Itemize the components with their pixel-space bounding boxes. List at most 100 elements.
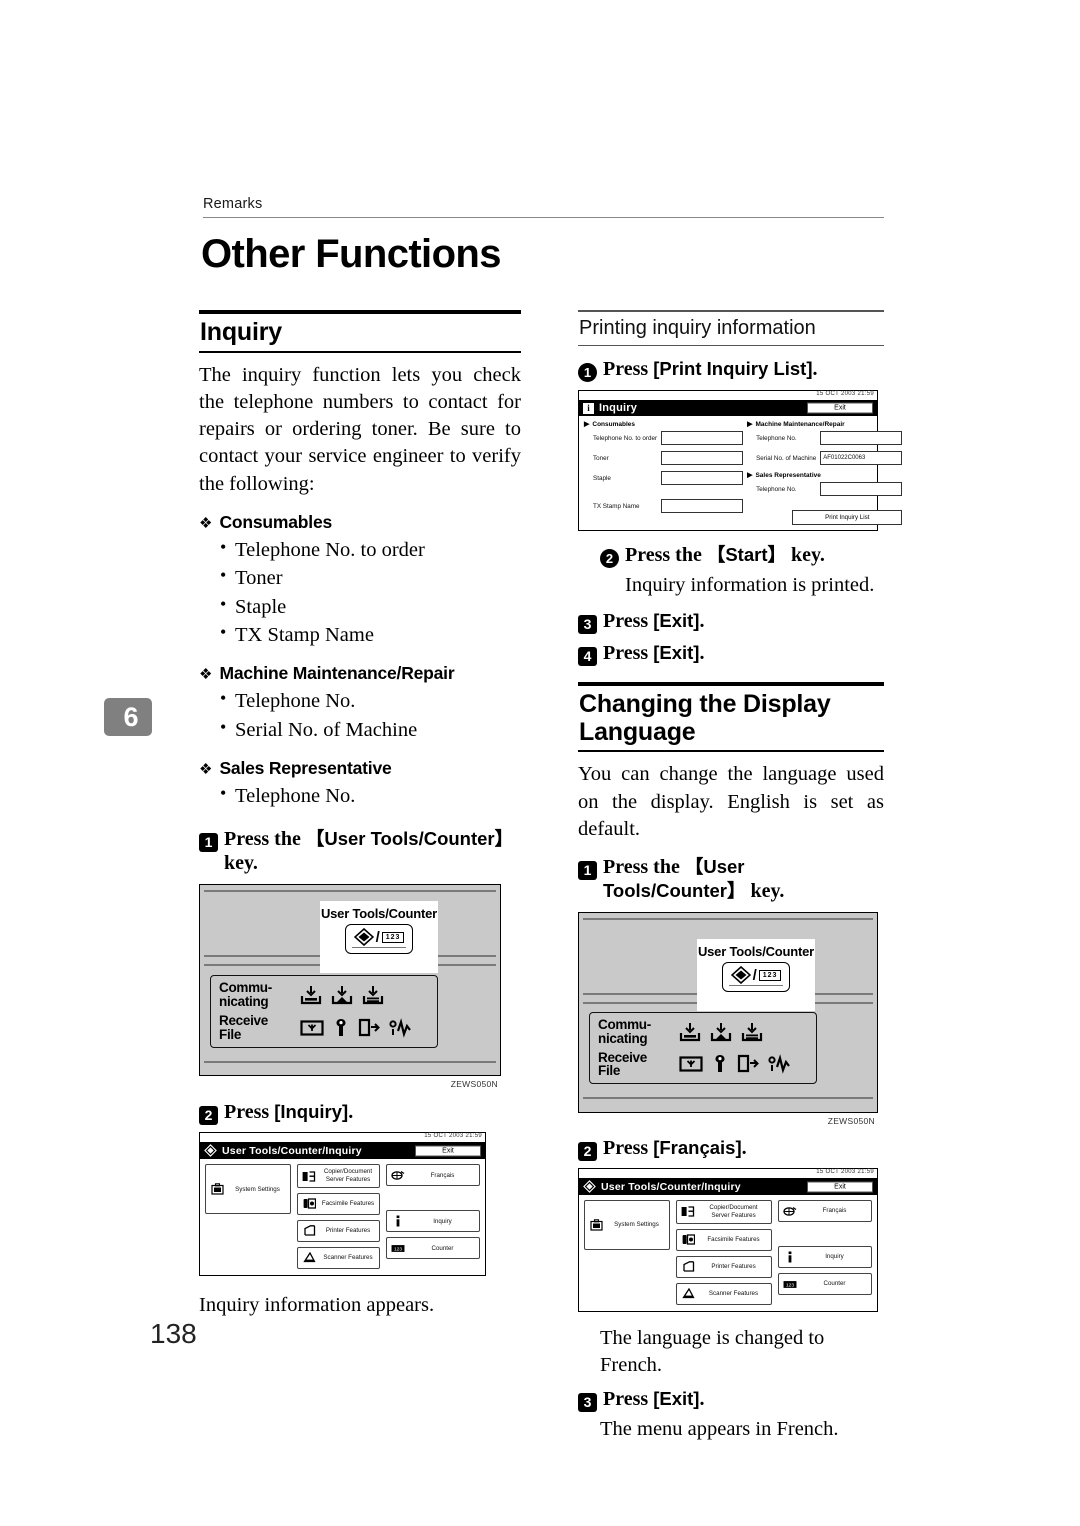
copier-icon	[302, 1170, 316, 1182]
lcd-clock: 15 OCT 2003 21:59	[424, 1133, 482, 1140]
tile-system-settings[interactable]: System Settings	[584, 1200, 670, 1251]
maintenance-column: ▶ Machine Maintenance/Repair Telephone N…	[747, 420, 903, 526]
tile-francais[interactable]: Français	[386, 1164, 480, 1187]
lcd-status-bar: 15 OCT 2003 21:59	[200, 1133, 485, 1143]
exit-button[interactable]: Exit	[415, 1145, 481, 1157]
exit-button[interactable]: Exit	[807, 402, 873, 414]
tile-counter[interactable]: 123 Counter	[386, 1237, 480, 1260]
field-value[interactable]: AF01022C0063	[820, 451, 903, 466]
menu-column-3: Français Inquiry 123 Counter	[778, 1200, 872, 1305]
tile-label: Printer Features	[711, 1262, 756, 1270]
tile-francais[interactable]: Français	[778, 1200, 872, 1223]
key-underline	[728, 985, 784, 987]
fax-icon	[302, 1198, 316, 1210]
field-value[interactable]	[661, 431, 744, 446]
system-settings-icon	[210, 1183, 224, 1196]
user-tools-key-label: User Tools/Counter	[320, 906, 438, 922]
user-tools-key-label: User Tools/Counter	[697, 944, 815, 960]
ui-button-name: [Exit]	[653, 1388, 700, 1410]
tile-inquiry[interactable]: Inquiry	[778, 1246, 872, 1269]
field-row: Telephone No. to order	[584, 431, 744, 446]
user-tools-counter-key[interactable]: / 123	[344, 924, 414, 955]
user-tools-menu-screen-left[interactable]: 15 OCT 2003 21:59 User Tools/Counter/Inq…	[199, 1132, 486, 1276]
ui-button-name: [Exit]	[653, 610, 700, 632]
menu-column-3: Français Inquiry 123 Counter	[386, 1164, 480, 1269]
tile-facsimile-features[interactable]: Facsimile Features	[676, 1228, 772, 1251]
exit-button[interactable]: Exit	[807, 1181, 873, 1193]
group-label: Sales Representative	[755, 471, 821, 479]
step-text: Press the 【Start】 key.	[625, 544, 825, 567]
lang-step-1: 1 Press the 【User Tools/Counter】 key.	[578, 855, 884, 903]
ui-button-name: [Print Inquiry List]	[653, 358, 813, 380]
left-column: Inquiry The inquiry function lets you ch…	[199, 310, 521, 1319]
step-text: Press [Français].	[603, 1137, 747, 1160]
ui-key-name: 【User Tools/Counter】	[305, 828, 514, 850]
field-label: Toner	[593, 454, 609, 462]
page-number: 138	[150, 1318, 197, 1349]
tile-system-settings[interactable]: System Settings	[205, 1164, 291, 1215]
step-badge: 1	[578, 363, 597, 383]
group-machine-maintenance-list: Telephone No. Serial No. of Machine	[199, 686, 521, 744]
svg-text:123: 123	[786, 1282, 794, 1288]
tile-scanner-features[interactable]: Scanner Features	[676, 1282, 772, 1305]
tile-copier-document-server-features[interactable]: Copier/Document Server Features	[676, 1200, 772, 1224]
tile-scanner-features[interactable]: Scanner Features	[297, 1246, 380, 1269]
diamond-bullet-icon: ❖	[199, 761, 213, 778]
group-heading-machine-maintenance: ▶ Machine Maintenance/Repair	[747, 420, 902, 429]
field-label: Staple	[593, 474, 611, 482]
control-panel-figure-left: User Tools/Counter / 123 Commu-nicating	[199, 884, 501, 1089]
menu-column-1: System Settings	[584, 1200, 670, 1305]
receive-file-row: Receive File	[598, 1050, 808, 1079]
group-label: Consumables	[219, 511, 333, 532]
ui-button-name: [Exit]	[653, 642, 700, 664]
tile-label: Inquiry	[825, 1253, 844, 1261]
field-value[interactable]	[661, 451, 744, 466]
group-label: Consumables	[592, 420, 636, 428]
status-indicator-group: Commu-nicating Receive File	[589, 1012, 817, 1085]
menu-gap	[778, 1227, 872, 1246]
user-tools-counter-key[interactable]: / 123	[721, 962, 791, 993]
right-column: Printing inquiry information 1 Press [Pr…	[578, 310, 903, 1443]
tile-inquiry[interactable]: Inquiry	[386, 1210, 480, 1233]
inquiry-screen[interactable]: 15 OCT 2003 21:59 i Inquiry Exit ▶ Consu…	[578, 390, 903, 532]
step-badge: 2	[578, 1141, 597, 1161]
step-badge: 3	[578, 614, 597, 634]
step-text: Press the 【User Tools/Counter】 key.	[224, 828, 514, 875]
group-heading-sales-representative: ▶ Sales Representative	[747, 471, 902, 480]
right-step-4: 4 Press [Exit].	[578, 641, 884, 666]
tile-printer-features[interactable]: Printer Features	[297, 1219, 380, 1242]
field-value[interactable]	[820, 482, 903, 497]
inquiry-intro: The inquiry function lets you check the …	[199, 363, 521, 495]
step-badge: 1	[199, 832, 218, 852]
tile-printer-features[interactable]: Printer Features	[676, 1255, 772, 1278]
menu-column-1: System Settings	[205, 1164, 291, 1269]
panel-groove	[204, 1061, 496, 1063]
language-icon	[783, 1205, 797, 1217]
left-step-2: 2 Press [Inquiry].	[199, 1100, 521, 1125]
field-label: Telephone No. to order	[593, 434, 658, 442]
user-tools-diamond-icon	[583, 1180, 596, 1194]
toner-add-icon	[331, 986, 353, 1005]
list-item: Serial No. of Machine	[220, 715, 521, 744]
lcd-clock: 15 OCT 2003 21:59	[816, 1169, 874, 1176]
user-tools-menu-screen-right[interactable]: 15 OCT 2003 21:59 User Tools/Counter/Inq…	[578, 1168, 878, 1312]
field-row: Staple	[584, 471, 744, 486]
info-icon: i	[583, 402, 594, 414]
section-title-display-language: Changing the Display Language	[579, 690, 831, 746]
step-text: Press [Exit].	[603, 1388, 705, 1411]
print-inquiry-list-button[interactable]: Print Inquiry List	[792, 510, 903, 526]
field-label: TX Stamp Name	[593, 502, 640, 510]
communicating-row: Commu-nicating	[219, 981, 429, 1009]
field-value[interactable]	[820, 431, 903, 446]
tile-counter[interactable]: 123 Counter	[778, 1273, 872, 1296]
step-badge: 2	[199, 1105, 218, 1125]
wrench-icon	[336, 1018, 346, 1036]
field-value[interactable]	[661, 471, 744, 486]
section-rule-bottom	[578, 750, 884, 753]
ui-button-name: [Français]	[653, 1137, 742, 1159]
user-tools-key-callout: User Tools/Counter / 123	[697, 939, 815, 1012]
field-row: Telephone No.	[747, 431, 903, 446]
tile-facsimile-features[interactable]: Facsimile Features	[297, 1192, 380, 1215]
tile-copier-document-server-features[interactable]: Copier/Document Server Features	[297, 1164, 380, 1188]
field-value[interactable]	[661, 499, 744, 514]
